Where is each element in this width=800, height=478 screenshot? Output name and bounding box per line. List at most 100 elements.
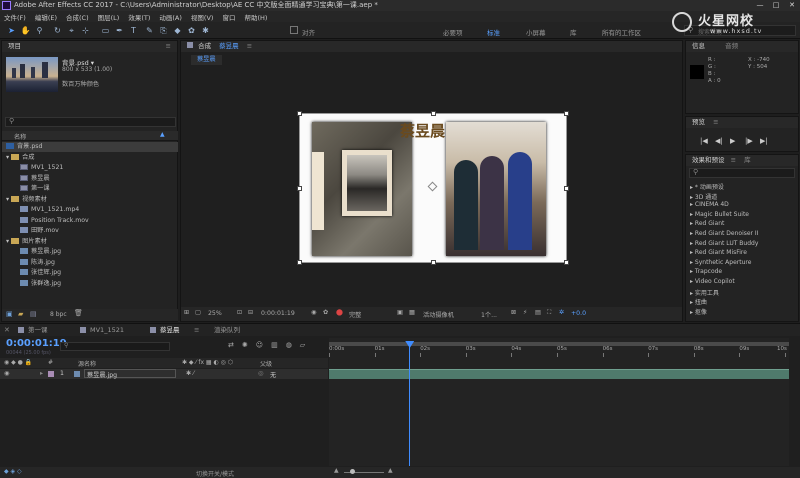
play-button[interactable]: ▶: [730, 137, 745, 145]
layer-duration-bar[interactable]: [329, 369, 789, 379]
close-tab-icon[interactable]: ✕: [4, 326, 10, 334]
project-folder[interactable]: ▾ 图片素材: [2, 237, 178, 247]
toggle-pixel-aspect-icon[interactable]: ⊠: [511, 309, 516, 316]
tab-comp-lesson1[interactable]: 第一课: [28, 324, 48, 336]
zoom-level[interactable]: 25%: [208, 310, 222, 317]
menu-effect[interactable]: 效果(T): [128, 12, 150, 22]
effects-category[interactable]: ▸ Red Giant LUT Buddy: [690, 240, 758, 247]
effects-category[interactable]: ▸ Synthetic Aperture: [690, 259, 751, 266]
transform-handle[interactable]: [564, 186, 569, 191]
flowchart-icon[interactable]: ⛶: [547, 309, 551, 317]
panel-menu-icon[interactable]: ≡: [713, 118, 718, 126]
previous-frame-button[interactable]: ◀|: [715, 137, 730, 145]
zoom-in-icon[interactable]: ▲: [388, 467, 393, 474]
transform-handle[interactable]: [431, 111, 436, 116]
label-color-icon[interactable]: [48, 371, 54, 377]
project-item[interactable]: MV1_1521: [2, 163, 178, 173]
zoom-tool-icon[interactable]: ⚲: [34, 25, 45, 36]
next-frame-button[interactable]: |▶: [745, 137, 760, 145]
effects-category[interactable]: ▸ * 动画预设: [690, 182, 724, 191]
expand-folder-icon[interactable]: ▾: [6, 154, 9, 161]
pan-behind-tool-icon[interactable]: ⊹: [80, 25, 91, 36]
project-item[interactable]: 田野.mov: [2, 226, 178, 236]
effects-category[interactable]: ▸ Video Copilot: [690, 278, 735, 285]
zoom-out-icon[interactable]: ▲: [334, 467, 339, 474]
views-select[interactable]: 1个...: [481, 310, 497, 319]
always-preview-icon[interactable]: ⊞: [184, 309, 189, 316]
viewer-timecode[interactable]: 0:00:01:19: [261, 310, 295, 317]
workspace-essentials[interactable]: 必要项: [443, 27, 463, 37]
effects-category[interactable]: ▸ Red Giant MisFire: [690, 249, 747, 256]
grid-icon[interactable]: ⊟: [248, 309, 253, 316]
clone-tool-icon[interactable]: ⎘: [158, 25, 169, 36]
puppet-tool-icon[interactable]: ✱: [200, 25, 211, 36]
project-item[interactable]: 背景.psd: [2, 142, 178, 152]
expand-folder-icon[interactable]: ▾: [6, 238, 9, 245]
rotate-tool-icon[interactable]: ↻: [52, 25, 63, 36]
fast-previews-icon[interactable]: ⚡: [523, 309, 527, 316]
hand-tool-icon[interactable]: ✋: [20, 25, 31, 36]
column-source-name[interactable]: 源名称: [78, 359, 96, 368]
type-tool-icon[interactable]: T: [128, 25, 139, 36]
bpc-label[interactable]: 8 bpc: [50, 311, 67, 318]
menu-animation[interactable]: 动画(A): [159, 12, 182, 22]
new-comp-icon[interactable]: ▤: [30, 310, 37, 318]
graph-editor-icon[interactable]: ▱: [300, 341, 305, 349]
menu-window[interactable]: 窗口: [222, 12, 235, 22]
pen-tool-icon[interactable]: ✒: [114, 25, 125, 36]
anchor-point-icon[interactable]: [427, 181, 438, 192]
tab-comp-mv1521[interactable]: MV1_1521: [90, 324, 124, 336]
menu-layer[interactable]: 图层(L): [98, 12, 120, 22]
transform-handle[interactable]: [564, 260, 569, 265]
effects-category[interactable]: ▸ Trapcode: [690, 268, 722, 275]
reset-exposure-icon[interactable]: ✲: [559, 309, 564, 316]
project-item[interactable]: 张群逸.jpg: [2, 279, 178, 289]
column-parent[interactable]: 父级: [260, 359, 272, 368]
transform-handle[interactable]: [297, 111, 302, 116]
project-folder[interactable]: ▾ 合成: [2, 153, 178, 163]
tab-comp-active[interactable]: 蔡昱晨: [160, 324, 180, 336]
brush-tool-icon[interactable]: ✎: [144, 25, 155, 36]
visibility-eye-icon[interactable]: ◉: [4, 370, 9, 377]
interpret-footage-icon[interactable]: ▣: [6, 310, 13, 318]
project-item[interactable]: 张佳辉.jpg: [2, 268, 178, 278]
effects-search-input[interactable]: ⚲: [689, 168, 795, 178]
effects-category[interactable]: ▸ CINEMA 4D: [690, 201, 729, 208]
sort-arrow-icon[interactable]: ▲: [160, 131, 165, 138]
region-of-interest-icon[interactable]: ▣: [397, 309, 403, 316]
workspace-small-screen[interactable]: 小屏幕: [526, 27, 546, 37]
effects-category[interactable]: ▸ Red Giant Denoiser II: [690, 230, 758, 237]
transform-handle[interactable]: [564, 111, 569, 116]
current-timecode[interactable]: 0:00:01:19: [6, 338, 67, 349]
snap-checkbox[interactable]: [290, 26, 298, 34]
comp-canvas[interactable]: 蔡昱晨: [297, 111, 569, 265]
timeline-icon[interactable]: ▤: [535, 309, 541, 316]
menu-composition[interactable]: 合成(C): [66, 12, 89, 22]
comp-viewer-tab[interactable]: 蔡昱晨: [191, 55, 222, 65]
effects-category[interactable]: ▸ Magic Bullet Suite: [690, 211, 749, 218]
trash-icon[interactable]: 🗑: [74, 309, 83, 317]
new-folder-icon[interactable]: ▰: [18, 310, 23, 318]
column-name-label[interactable]: 名称: [14, 132, 26, 141]
effects-category[interactable]: ▸ 3D 通道: [690, 192, 717, 201]
panel-menu-icon[interactable]: ≡: [166, 41, 171, 52]
expand-folder-icon[interactable]: ▾: [6, 196, 9, 203]
transform-handle[interactable]: [297, 186, 302, 191]
draft-3d-icon[interactable]: ✺: [242, 341, 248, 349]
zoom-slider-handle[interactable]: [350, 469, 355, 474]
channel-icon[interactable]: ⬤: [336, 309, 343, 316]
camera-tool-icon[interactable]: ⌖: [66, 25, 77, 36]
layer-switch-icon[interactable]: ✱ ⁄: [186, 370, 194, 377]
current-time-indicator[interactable]: [405, 341, 415, 466]
effects-category[interactable]: ▸ Red Giant: [690, 220, 724, 227]
project-item[interactable]: 蔡昱晨.jpg: [2, 247, 178, 257]
selection-tool-icon[interactable]: ➤: [6, 25, 17, 36]
effects-category[interactable]: ▸ 扭曲: [690, 297, 707, 306]
camera-select[interactable]: 活动摄像机: [423, 310, 454, 319]
roto-tool-icon[interactable]: ✿: [186, 25, 197, 36]
expand-layer-icon[interactable]: ▸: [40, 370, 43, 377]
project-search-input[interactable]: ⚲: [5, 117, 176, 127]
time-ruler[interactable]: 0:00s 01s 02s 03s 04s 05s 06s 07s 08s 09s 10s: [329, 346, 789, 358]
transform-handle[interactable]: [431, 260, 436, 265]
menu-file[interactable]: 文件(F): [4, 12, 26, 22]
